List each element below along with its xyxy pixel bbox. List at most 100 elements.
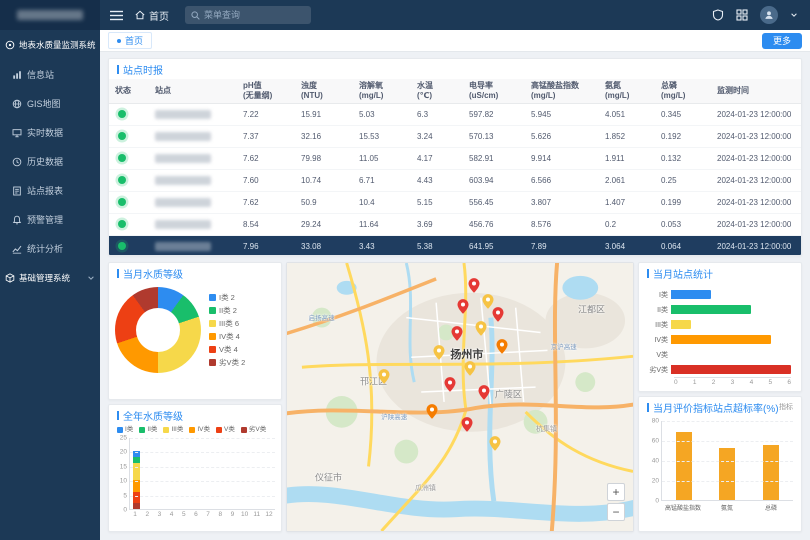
column-header: 高锰酸盐指数(mg/L) bbox=[525, 79, 599, 104]
hamburger-menu-icon[interactable] bbox=[110, 10, 123, 21]
map-marker-orange[interactable] bbox=[496, 339, 507, 359]
table-row[interactable]: 7.2215.915.036.3597.825.9454.0510.345202… bbox=[109, 104, 802, 126]
tab-home[interactable]: 首页 bbox=[108, 32, 152, 49]
grid-apps-icon[interactable] bbox=[736, 9, 748, 21]
map-marker-yellow[interactable] bbox=[465, 361, 476, 381]
dashboard-content: 站点时报 状态站点pH值(无量纲)浊度(NTU)溶解氧(mg/L)水温(℃)电导… bbox=[100, 52, 810, 540]
sidebar-item-warning-management[interactable]: 预警管理 bbox=[0, 205, 100, 234]
year-grade-plot: 0510152025 bbox=[129, 438, 275, 510]
table-row[interactable]: 7.6010.746.714.43603.946.5662.0610.25202… bbox=[109, 170, 802, 192]
table-cell: 3.69 bbox=[411, 214, 463, 236]
sidebar-item-info-station[interactable]: 信息站 bbox=[0, 60, 100, 89]
stacked-bar bbox=[239, 438, 251, 509]
table-cell: 33.08 bbox=[295, 236, 353, 257]
chevron-down-icon[interactable] bbox=[790, 11, 798, 19]
map-marker-red[interactable] bbox=[444, 377, 455, 397]
table-row[interactable]: 7.3732.1615.533.24570.135.6261.8520.1922… bbox=[109, 126, 802, 148]
map-marker-red[interactable] bbox=[479, 385, 490, 405]
x-axis-label: 6 bbox=[190, 511, 202, 518]
sidebar-item-statistics-analysis[interactable]: 统计分析 bbox=[0, 234, 100, 263]
sidebar-item-history-data[interactable]: 历史数据 bbox=[0, 147, 100, 176]
table-cell: 7.62 bbox=[237, 192, 295, 214]
x-axis-tick: 2 bbox=[712, 379, 716, 386]
legend-item: I类 2 bbox=[209, 291, 245, 304]
x-axis-label: 氨氮 bbox=[705, 503, 749, 512]
category-label: I类 bbox=[645, 290, 671, 300]
table-cell: 6.3 bbox=[411, 104, 463, 126]
breadcrumb[interactable]: 首页 bbox=[135, 8, 169, 23]
map-marker-red[interactable] bbox=[468, 278, 479, 298]
sidebar-item-realtime-data[interactable]: 实时数据 bbox=[0, 118, 100, 147]
table-row[interactable]: 8.5429.2411.643.69456.768.5760.20.053202… bbox=[109, 214, 802, 236]
y-axis-tick: 40 bbox=[652, 458, 659, 465]
y-axis-tick: 20 bbox=[652, 478, 659, 485]
map-marker-orange[interactable] bbox=[427, 404, 438, 424]
map-marker-yellow[interactable] bbox=[482, 294, 493, 314]
map-marker-red[interactable] bbox=[461, 417, 472, 437]
home-icon bbox=[135, 10, 145, 20]
table-cell: 5.03 bbox=[353, 104, 411, 126]
category-label: III类 bbox=[645, 320, 671, 330]
map-marker-red[interactable] bbox=[493, 307, 504, 327]
statistics-icon bbox=[12, 244, 22, 254]
menu-search[interactable] bbox=[185, 6, 311, 24]
shield-icon[interactable] bbox=[712, 9, 724, 21]
panel-month-site-stats: 当月站点统计 I类II类III类IV类V类劣V类 0123456 bbox=[638, 262, 802, 392]
table-row[interactable]: 7.9633.083.435.38641.957.893.0640.064202… bbox=[109, 236, 802, 257]
column-header: 浊度(NTU) bbox=[295, 79, 353, 104]
map-marker-yellow[interactable] bbox=[475, 321, 486, 341]
search-input[interactable] bbox=[204, 10, 305, 20]
table-cell: 1.911 bbox=[599, 148, 655, 170]
sidebar-item-gis-map[interactable]: GIS地图 bbox=[0, 89, 100, 118]
table-row[interactable]: 7.6279.9811.054.17582.919.9141.9110.1322… bbox=[109, 148, 802, 170]
table-cell: 15.91 bbox=[295, 104, 353, 126]
bar bbox=[763, 445, 779, 500]
monitor-time-cell: 2024-01-23 12:00:00 bbox=[711, 192, 802, 214]
sidebar-item-label: 统计分析 bbox=[27, 242, 63, 255]
zoom-out-button[interactable]: − bbox=[607, 503, 625, 521]
map-marker-yellow[interactable] bbox=[489, 436, 500, 456]
panel-month-water-grade: 当月水质等级 I类 2II类 2III类 6IV类 4V类 4劣V类 2 bbox=[108, 262, 282, 400]
user-icon bbox=[764, 10, 774, 20]
map-marker-yellow[interactable] bbox=[434, 345, 445, 365]
panel-year-water-grade: 全年水质等级 I类II类III类IV类V类劣V类 0510152025 1234… bbox=[108, 404, 282, 532]
zoom-in-button[interactable]: + bbox=[607, 483, 625, 501]
site-report-title: 站点时报 bbox=[123, 62, 163, 77]
legend-item: V类 4 bbox=[209, 343, 245, 356]
monitor-time-cell: 2024-01-23 12:00:00 bbox=[711, 148, 802, 170]
table-cell: 4.17 bbox=[411, 148, 463, 170]
column-header: pH值(无量纲) bbox=[237, 79, 295, 104]
status-dot bbox=[118, 132, 126, 140]
sidebar-group-surface-water-monitor[interactable]: 地表水质量监测系统 bbox=[0, 30, 100, 60]
x-axis-label: 3 bbox=[153, 511, 165, 518]
monitor-time-cell: 2024-01-23 12:00:00 bbox=[711, 170, 802, 192]
legend-item: III类 6 bbox=[209, 317, 245, 330]
monitor-time-cell: 2024-01-23 12:00:00 bbox=[711, 104, 802, 126]
table-cell: 11.05 bbox=[353, 148, 411, 170]
site-stats-bars: I类II类III类IV类V类劣V类 bbox=[639, 283, 801, 377]
table-cell: 1.407 bbox=[599, 192, 655, 214]
sidebar-group-base-management[interactable]: 基础管理系统 bbox=[0, 263, 100, 293]
table-cell: 10.4 bbox=[353, 192, 411, 214]
table-cell: 5.38 bbox=[411, 236, 463, 257]
table-cell: 5.626 bbox=[525, 126, 599, 148]
y-axis-tick: 25 bbox=[120, 435, 127, 442]
site-name-redacted bbox=[155, 220, 211, 229]
y-axis-tick: 15 bbox=[120, 463, 127, 470]
map-marker-red[interactable] bbox=[458, 299, 469, 319]
more-button[interactable]: 更多 bbox=[762, 33, 802, 49]
site-name-redacted bbox=[155, 154, 211, 163]
info-station-icon bbox=[12, 70, 22, 80]
map-marker-yellow[interactable] bbox=[378, 369, 389, 389]
sidebar-item-site-report[interactable]: 站点报表 bbox=[0, 176, 100, 205]
table-cell: 570.13 bbox=[463, 126, 525, 148]
exceed-rate-xlabels: 高锰酸盐指数氨氮总磷 bbox=[661, 503, 793, 512]
map[interactable]: 扬州市邗江区江都区广陵区仪征市瓜洲镇杭集镇沪陕高速京沪高速启扬高速 + − bbox=[287, 263, 633, 531]
table-row[interactable]: 7.6250.910.45.15556.453.8071.4070.199202… bbox=[109, 192, 802, 214]
avatar[interactable] bbox=[760, 6, 778, 24]
sidebar-menu: 地表水质量监测系统信息站GIS地图实时数据历史数据站点报表预警管理统计分析基础管… bbox=[0, 30, 100, 293]
column-header: 氨氮(mg/L) bbox=[599, 79, 655, 104]
legend-item: IV类 4 bbox=[209, 330, 245, 343]
map-marker-red[interactable] bbox=[451, 326, 462, 346]
site-name-redacted bbox=[155, 110, 211, 119]
